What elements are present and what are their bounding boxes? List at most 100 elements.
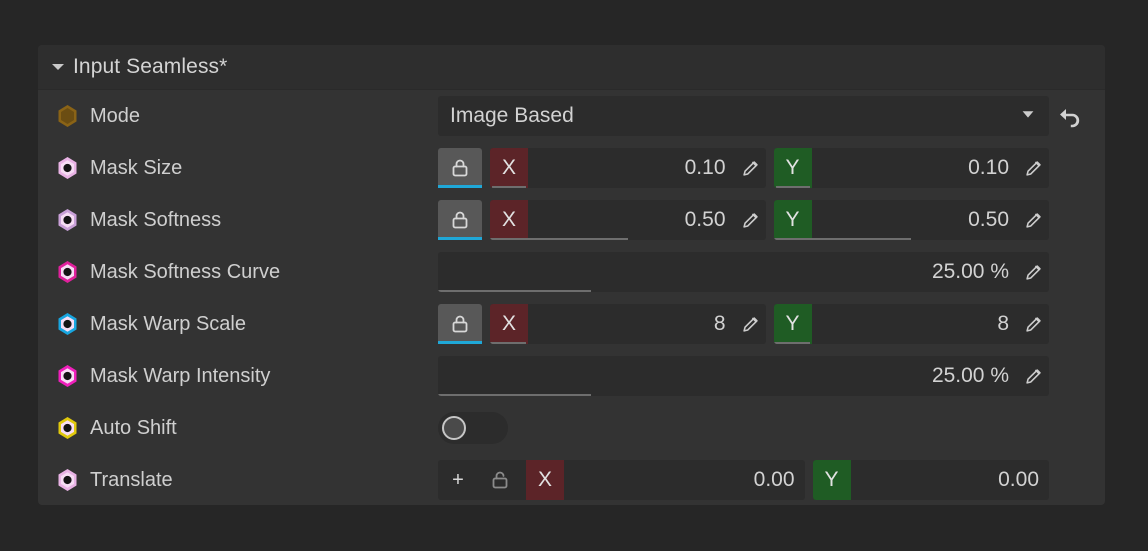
x-axis-badge: X [526, 460, 564, 500]
property-label: Mask Warp Scale [90, 312, 246, 335]
pencil-icon[interactable] [736, 157, 766, 179]
y-value-text: 8 [997, 312, 1009, 335]
property-control-cell: X 0.50 Y 0.50 [438, 200, 1105, 240]
property-row: Mask Size X 0.10 Y 0.10 [38, 142, 1105, 194]
x-axis-label: X [501, 312, 516, 335]
property-label-cell: Mode [38, 104, 438, 128]
x-axis-label: X [501, 208, 516, 231]
translate-field-group: + X 0.00 Y 0.00 [438, 460, 1093, 500]
hexagon-icon[interactable] [57, 312, 78, 336]
x-value-field[interactable]: X 0.10 [490, 148, 766, 188]
pencil-icon[interactable] [736, 209, 766, 231]
property-control-cell: X8Y8 [438, 304, 1105, 344]
x-value-text: 0.50 [684, 208, 726, 231]
single-field-group: 25.00 % [438, 252, 1093, 292]
add-keyframe-button[interactable]: + [438, 469, 478, 492]
hexagon-icon[interactable] [57, 208, 78, 232]
y-axis-badge: Y [773, 200, 812, 240]
slider-fill [490, 238, 628, 240]
hexagon-icon[interactable] [57, 416, 78, 440]
property-label-cell: Mask Warp Intensity [38, 364, 438, 388]
y-axis-badge: Y [812, 460, 851, 500]
value-field[interactable]: 25.00 % [438, 356, 1049, 396]
lock-link-button[interactable] [438, 200, 482, 240]
pencil-icon[interactable] [1019, 209, 1049, 231]
x-value-text: 0.10 [684, 156, 726, 179]
axis-underline [492, 186, 526, 188]
slider-fill [438, 394, 591, 396]
property-label-cell: Mask Warp Scale [38, 312, 438, 336]
property-label-cell: Auto Shift [38, 416, 438, 440]
y-axis-label: Y [785, 156, 800, 179]
property-row: Mask Warp Scale X 8 Y 8 [38, 298, 1105, 350]
y-axis-label: Y [785, 208, 800, 231]
property-label: Mask Softness [90, 208, 222, 231]
xy-field-group: X 0.50 Y 0.50 [438, 200, 1093, 240]
property-row: Mode Image Based [38, 90, 1105, 142]
property-row: Translate + X 0.00 Y 0.00 [38, 454, 1105, 505]
property-label: Auto Shift [90, 416, 177, 439]
pencil-icon[interactable] [1019, 365, 1049, 387]
pencil-icon[interactable] [736, 313, 766, 335]
lock-link-button[interactable] [438, 148, 482, 188]
xy-field-group: X 0.10 Y 0.10 [438, 148, 1093, 188]
y-axis-label: Y [824, 468, 839, 491]
hexagon-icon[interactable] [57, 104, 78, 128]
undo-arrow-icon[interactable] [1049, 102, 1093, 130]
y-value-text: 0.50 [968, 208, 1009, 231]
property-control-cell: + X 0.00 Y 0.00 [438, 460, 1105, 500]
lock-link-button[interactable] [438, 304, 482, 344]
pencil-icon[interactable] [1019, 261, 1049, 283]
property-control-cell: X 0.10 Y 0.10 [438, 148, 1105, 188]
slider-fill [438, 290, 591, 292]
x-axis-badge: X [490, 200, 528, 240]
x-axis-badge: X [490, 304, 528, 344]
chevron-down-icon[interactable] [52, 64, 64, 70]
slider-fill [773, 238, 912, 240]
property-label-cell: Mask Size [38, 156, 438, 180]
y-axis-label: Y [785, 312, 800, 335]
y-axis-badge: Y [773, 304, 812, 344]
x-value-field[interactable]: X 0.50 [490, 200, 766, 240]
toggle-knob [442, 416, 466, 440]
y-value-field[interactable]: Y 0.10 [773, 148, 1049, 188]
hexagon-icon[interactable] [57, 260, 78, 284]
value-field[interactable]: 25.00 % [438, 252, 1049, 292]
property-label: Mask Size [90, 156, 183, 179]
x-value-field[interactable]: + X 0.00 [438, 460, 805, 500]
x-axis-label: X [537, 468, 552, 491]
mode-dropdown[interactable]: Image Based [438, 96, 1049, 136]
y-value-text: 0.00 [998, 468, 1039, 491]
hexagon-icon[interactable] [57, 156, 78, 180]
xy-field-group: X8Y8 [438, 304, 1093, 344]
property-label-cell: Translate [38, 468, 438, 492]
hexagon-icon[interactable] [57, 364, 78, 388]
y-value-field[interactable]: Y 0.00 [812, 460, 1049, 500]
property-row: Mask Warp Intensity 25.00 % [38, 350, 1105, 402]
chevron-down-icon[interactable] [1019, 105, 1037, 128]
x-axis-badge: X [490, 148, 528, 188]
pencil-icon[interactable] [1019, 313, 1049, 335]
property-control-cell: 25.00 % [438, 252, 1105, 292]
property-row: Mask Softness X 0.50 Y 0.50 [38, 194, 1105, 246]
property-control-cell: Image Based [438, 96, 1105, 136]
axis-underline [775, 186, 810, 188]
single-field-group: 25.00 % [438, 356, 1093, 396]
x-value-field[interactable]: X8 [490, 304, 766, 344]
y-value-text: 0.10 [968, 156, 1009, 179]
auto-shift-toggle[interactable] [438, 412, 508, 444]
panel-header[interactable]: Input Seamless* [38, 45, 1105, 90]
property-row: Auto Shift [38, 402, 1105, 454]
y-value-field[interactable]: Y 0.50 [773, 200, 1049, 240]
property-label: Mode [90, 104, 141, 127]
hexagon-icon[interactable] [57, 468, 78, 492]
value-text: 25.00 % [931, 260, 1009, 283]
lock-link-button[interactable] [478, 460, 522, 500]
pencil-icon[interactable] [1019, 157, 1049, 179]
x-value-text: 0.00 [753, 468, 795, 491]
x-value-text: 8 [713, 312, 726, 335]
y-axis-badge: Y [773, 148, 812, 188]
slider-fill [490, 342, 526, 344]
y-value-field[interactable]: Y8 [773, 304, 1049, 344]
property-label: Mask Warp Intensity [90, 364, 271, 387]
